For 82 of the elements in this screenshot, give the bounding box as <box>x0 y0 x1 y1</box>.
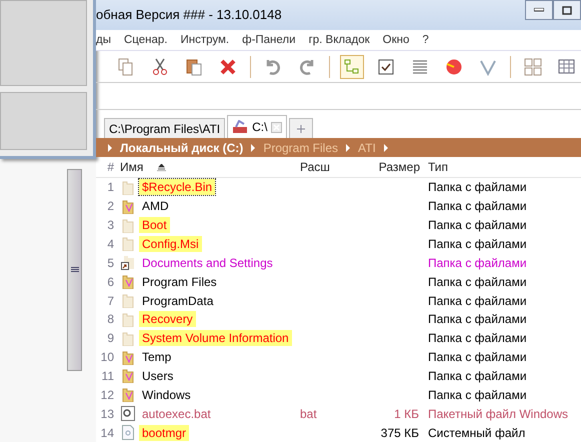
table-cell-text: Папка с файлами <box>427 236 528 251</box>
table-cell-text: Папка с файлами <box>427 331 528 346</box>
shortcut-folder-icon <box>121 255 135 270</box>
table-cell-text: Папка с файлами <box>427 368 528 383</box>
table-cell-text: Папка с файлами <box>427 350 528 364</box>
table-cell-text: Папка с файлами <box>427 294 528 308</box>
restore-icon <box>562 6 572 14</box>
menu-item[interactable]: ды <box>96 34 111 46</box>
folder-icon <box>121 293 135 308</box>
table-cell-text: Папка с файлами <box>427 274 528 289</box>
file-name[interactable]: autoexec.bat <box>142 406 211 421</box>
file-name[interactable]: Program Files <box>142 274 217 289</box>
file-name[interactable]: Documents and Settings <box>142 256 273 270</box>
row-number: 3 <box>106 218 115 232</box>
file-name[interactable]: Users <box>142 368 174 383</box>
tab[interactable]: C:\Program Files\ATI <box>104 118 226 138</box>
column-header[interactable]: Тип <box>424 160 581 174</box>
menu-item[interactable]: гр. Вкладок <box>308 34 370 46</box>
menu-item[interactable]: ф-Панели <box>242 34 296 46</box>
table-cell-text: Системный файл <box>427 426 526 440</box>
row-number: 13 <box>100 406 115 421</box>
grip-icon <box>70 267 78 273</box>
table-cell-text: Пакетный файл Windows <box>427 406 570 421</box>
file-name[interactable]: $Recycle.Bin <box>142 180 212 194</box>
folder-icon <box>121 387 135 402</box>
row-number: 12 <box>100 388 115 402</box>
table-cell-text: bat <box>299 406 318 421</box>
table-cell-text: Папка с файлами <box>427 312 528 326</box>
row-number: 10 <box>100 350 115 364</box>
folder-icon <box>121 274 135 290</box>
row-number: 11 <box>100 368 115 383</box>
folder-icon <box>121 198 135 214</box>
menu-item[interactable]: Инструм. <box>180 34 230 46</box>
row-number: 2 <box>106 199 115 214</box>
table-cell-text: 1 КБ <box>393 406 420 421</box>
file-icon <box>121 425 135 440</box>
file-name[interactable]: System Volume Information <box>142 331 289 346</box>
folder-icon <box>121 180 135 195</box>
menu-item[interactable]: ? <box>422 34 429 46</box>
row-number: 6 <box>106 274 115 289</box>
file-name[interactable]: Boot <box>142 218 167 232</box>
folder-icon <box>121 218 135 233</box>
window-title: обная Версия ### - 13.10.0148 <box>96 7 282 22</box>
breadcrumb-item[interactable]: Локальный диск (C:) <box>120 140 244 155</box>
minimize-icon <box>534 8 544 12</box>
sort-icon <box>157 164 166 170</box>
file-name[interactable]: Windows <box>142 388 191 402</box>
folder-icon <box>121 368 135 384</box>
row-number: 8 <box>106 312 115 326</box>
row-number: 5 <box>106 256 115 270</box>
folder-icon <box>121 350 135 365</box>
table-cell-text: Папка с файлами <box>427 388 528 402</box>
table-cell-text: Папка с файлами <box>427 199 528 214</box>
row-number: 7 <box>106 294 115 308</box>
table-cell-text: Папка с файлами <box>427 256 528 270</box>
column-header[interactable]: Имя <box>116 160 296 174</box>
folder-icon <box>121 312 135 327</box>
tab[interactable]: C:\ <box>227 115 288 138</box>
row-number: 14 <box>100 426 115 440</box>
table-cell-text: Папка с файлами <box>427 180 528 194</box>
menu-item[interactable]: Сценар. <box>124 34 168 46</box>
new-tab-button[interactable] <box>289 118 314 138</box>
row-number: 9 <box>106 331 115 346</box>
column-header[interactable]: Расш <box>296 160 362 174</box>
column-header: # <box>106 160 115 174</box>
folder-icon <box>121 236 135 252</box>
row-number: 4 <box>106 236 115 251</box>
file-name[interactable]: AMD <box>142 199 169 214</box>
column-header[interactable]: Размер <box>362 160 424 174</box>
file-name[interactable]: Temp <box>142 350 172 364</box>
file-name[interactable]: Config.Msi <box>142 236 199 251</box>
file-name[interactable]: Recovery <box>142 312 193 326</box>
row-number: 1 <box>106 180 115 194</box>
scrollbar-thumb[interactable] <box>67 169 82 371</box>
minimize-button[interactable] <box>525 0 553 20</box>
folder-icon <box>121 330 135 346</box>
menu-item[interactable]: Окно <box>382 34 410 46</box>
table-cell-text: 375 КБ <box>380 426 420 440</box>
table-cell-text: Папка с файлами <box>427 218 528 232</box>
file-name[interactable]: ProgramData <box>142 294 214 308</box>
file-name[interactable]: bootmgr <box>142 426 186 440</box>
restore-button[interactable] <box>553 0 581 20</box>
